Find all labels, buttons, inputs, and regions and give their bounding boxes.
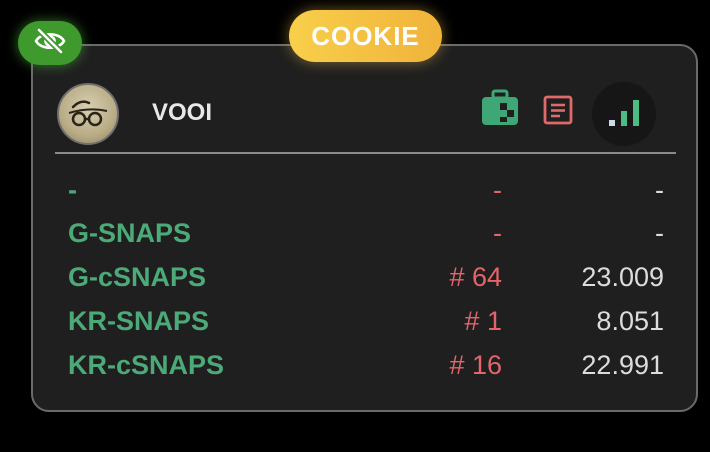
row-name: KR-cSNAPS bbox=[68, 350, 225, 380]
row-rank: # 64 bbox=[449, 262, 502, 292]
row-rank: # 16 bbox=[449, 350, 502, 380]
username: VOOI bbox=[152, 99, 213, 126]
signal-bars-icon bbox=[607, 96, 641, 133]
row-value: - bbox=[655, 218, 664, 248]
row-rank: - bbox=[493, 218, 502, 248]
row-value: - bbox=[655, 175, 664, 205]
row-name: - bbox=[68, 175, 77, 205]
row-value: 23.009 bbox=[581, 262, 664, 292]
row-rank: # 1 bbox=[464, 306, 502, 336]
stats-row: KR-cSNAPS # 16 22.991 bbox=[68, 350, 664, 390]
document-icon bbox=[542, 94, 574, 131]
hide-toggle-button[interactable] bbox=[18, 21, 82, 65]
stats-row: - - - bbox=[68, 175, 664, 215]
row-value: 22.991 bbox=[581, 350, 664, 380]
avatar[interactable] bbox=[57, 83, 119, 145]
widget-title: COOKIE bbox=[289, 10, 442, 62]
row-value: 8.051 bbox=[596, 306, 664, 336]
row-name: G-SNAPS bbox=[68, 218, 192, 248]
header-divider bbox=[55, 152, 676, 154]
briefcase-icon bbox=[480, 89, 520, 132]
row-rank: - bbox=[493, 175, 502, 205]
stats-row: G-SNAPS - - bbox=[68, 218, 664, 258]
row-name: G-cSNAPS bbox=[68, 262, 207, 292]
report-button[interactable] bbox=[538, 92, 578, 132]
avatar-face-icon bbox=[68, 100, 108, 127]
eye-slash-icon bbox=[34, 27, 66, 60]
signal-button[interactable] bbox=[592, 82, 656, 146]
row-name: KR-SNAPS bbox=[68, 306, 210, 336]
cookie-widget: COOKIE VOOI - - - G-SNAPS - - G-cSNAPS #… bbox=[0, 0, 710, 452]
stats-row: KR-SNAPS # 1 8.051 bbox=[68, 306, 664, 346]
portfolio-button[interactable] bbox=[478, 88, 522, 132]
stats-row: G-cSNAPS # 64 23.009 bbox=[68, 262, 664, 302]
